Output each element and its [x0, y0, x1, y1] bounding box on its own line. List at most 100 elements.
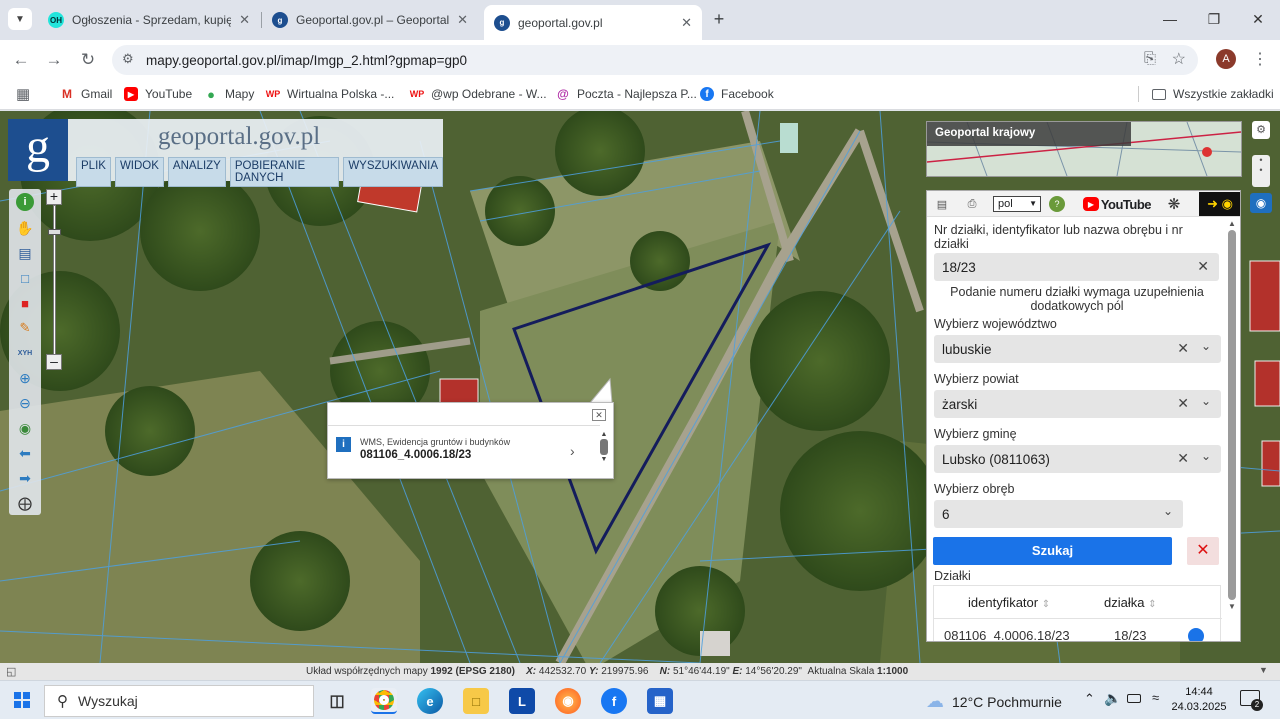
bookmark-poczta[interactable]: @ Poczta - Najlepsza P... [556, 84, 697, 104]
l-app-icon[interactable]: L [509, 688, 535, 714]
popup-close-icon[interactable]: ✕ [592, 409, 606, 421]
zoom-out-icon[interactable]: ⊖ [16, 394, 34, 412]
clear-icon[interactable]: ✕ [1177, 450, 1189, 467]
arrow-left-icon[interactable]: ⬅ [16, 444, 34, 462]
row-info-icon[interactable] [1188, 628, 1204, 641]
tray-chevron-icon[interactable]: ⌃ [1084, 691, 1095, 707]
bookmark-mapy[interactable]: ● Mapy [204, 84, 254, 104]
zoom-handle[interactable] [48, 229, 61, 235]
chevron-down-icon[interactable]: ⌄ [1201, 394, 1211, 408]
close-window-button[interactable]: ✕ [1238, 8, 1278, 30]
contrast-eye-icon[interactable]: ➜ ◉ [1199, 192, 1240, 216]
table-row[interactable]: 081106_4.0006.18/23 18/23 [934, 620, 1222, 641]
map-canvas[interactable]: g geoportal.gov.pl PLIK WIDOK ANALIZY PO… [0, 111, 1280, 663]
menu-wyszukiwania[interactable]: WYSZUKIWANIA [343, 157, 443, 187]
file-explorer-icon[interactable]: □ [463, 688, 489, 714]
settings-icon[interactable]: ⚙ [1252, 121, 1270, 139]
wifi-icon[interactable]: ≈ [1152, 690, 1159, 705]
arrow-right-icon[interactable]: ➡ [16, 469, 34, 487]
overview-map[interactable]: Geoportal krajowy [926, 121, 1242, 177]
all-bookmarks[interactable]: Wszystkie zakładki [1152, 84, 1274, 104]
commune-select[interactable]: Lubsko (0811063) ✕ ⌄ [934, 445, 1221, 473]
profile-avatar[interactable]: A [1216, 49, 1236, 69]
new-tab-button[interactable]: + [708, 8, 730, 30]
precinct-select[interactable]: 6 ⌄ [934, 500, 1183, 528]
clear-icon[interactable]: ✕ [1197, 258, 1209, 275]
print-icon[interactable]: ⎙ [963, 194, 981, 214]
close-tab-icon[interactable]: ✕ [681, 15, 692, 31]
popup-scrollbar[interactable]: ▲ ▼ [600, 431, 608, 473]
select-area-icon[interactable]: □ [16, 269, 34, 287]
site-info-icon[interactable]: ⚙ [122, 51, 134, 67]
store-icon[interactable]: ▦ [647, 688, 673, 714]
help-icon[interactable]: ? [1049, 196, 1065, 212]
bookmark-star-icon[interactable]: ☆ [1172, 49, 1186, 69]
bookmark-youtube[interactable]: ▶ YouTube [124, 84, 192, 104]
collapse-icon[interactable]: • • [1252, 155, 1270, 187]
info-icon[interactable]: i [16, 193, 34, 211]
parcel-number-input[interactable]: 18/23 ✕ [934, 253, 1219, 281]
pencil-icon[interactable]: ✎ [16, 319, 34, 337]
chrome-icon[interactable] [371, 688, 397, 714]
taskbar-search[interactable]: ⚲ Wyszukaj [44, 685, 314, 717]
edge-icon[interactable]: e [417, 688, 443, 714]
maximize-button[interactable]: ❐ [1194, 8, 1234, 30]
compass-icon[interactable]: ⨁ [16, 494, 34, 512]
bookmark-wp[interactable]: WP Wirtualna Polska -... [266, 84, 394, 104]
zoom-minus-button[interactable]: – [46, 354, 62, 370]
clock[interactable]: 14:44 24.03.2025 [1170, 685, 1228, 715]
menu-kebab-icon[interactable]: ⋮ [1252, 49, 1268, 69]
chevron-down-icon[interactable]: ⌄ [1163, 504, 1173, 518]
county-select[interactable]: żarski ✕ ⌄ [934, 390, 1221, 418]
close-tab-icon[interactable]: ✕ [457, 12, 468, 28]
accessibility-icon[interactable]: ❋ [1165, 194, 1183, 214]
tab-geoportal-info[interactable]: g Geoportal.gov.pl – Geoportal Inf ✕ [262, 6, 478, 34]
close-tab-icon[interactable]: ✕ [239, 12, 250, 28]
menu-pobieranie[interactable]: POBIERANIE DANYCH [229, 157, 340, 187]
zoom-in-icon[interactable]: ⊕ [16, 369, 34, 387]
menu-plik[interactable]: PLIK [76, 157, 111, 187]
youtube-icon[interactable]: ▶ YouTube [1083, 194, 1152, 214]
chevron-down-icon[interactable]: ⌄ [1201, 339, 1211, 353]
col-header-parcel[interactable]: działka ⇕ [1104, 595, 1156, 610]
tab-search-button[interactable]: ▼ [8, 8, 32, 30]
bookmark-wp-mail[interactable]: WP @wp Odebrane - W... [410, 84, 547, 104]
chevron-down-icon[interactable]: ▼ [1259, 665, 1268, 675]
task-view-icon[interactable]: ◫ [324, 688, 350, 714]
zoom-slider[interactable]: + – [46, 189, 64, 371]
volume-icon[interactable]: 🔈 [1104, 690, 1121, 707]
firefox-icon[interactable]: ◉ [555, 688, 581, 714]
col-header-identifier[interactable]: identyfikator ⇕ [968, 595, 1050, 610]
clear-icon[interactable]: ✕ [1177, 340, 1189, 357]
clear-icon[interactable]: ✕ [1177, 395, 1189, 412]
zoom-plus-button[interactable]: + [46, 189, 62, 205]
tab-geoportal-map[interactable]: g geoportal.gov.pl ✕ [484, 5, 702, 40]
tab-olx[interactable]: OH Ogłoszenia - Sprzedam, kupię na ✕ [38, 6, 260, 34]
apps-grid-icon[interactable]: ▦ [16, 85, 30, 103]
facebook-icon[interactable]: f [601, 688, 627, 714]
select-red-icon[interactable]: ■ [16, 294, 34, 312]
language-select[interactable]: pol ▼ [993, 196, 1041, 212]
menu-widok[interactable]: WIDOK [114, 157, 164, 187]
bookmark-gmail[interactable]: M Gmail [60, 84, 112, 104]
chevron-down-icon[interactable]: ⌄ [1201, 449, 1211, 463]
reset-button[interactable]: ✕ [1187, 537, 1219, 565]
status-left-icon[interactable]: ◱ [6, 665, 16, 678]
list-icon[interactable]: ▤ [933, 194, 951, 214]
globe-icon[interactable]: ◉ [16, 419, 34, 437]
install-app-icon[interactable]: ⎘ [1144, 50, 1156, 67]
panel-scrollbar[interactable]: ▲ ▼ [1227, 219, 1237, 641]
minimize-button[interactable]: — [1150, 8, 1190, 30]
legend-icon[interactable]: ▤ [16, 244, 34, 262]
forward-button[interactable]: → [43, 49, 65, 71]
battery-icon[interactable] [1127, 694, 1141, 703]
chevron-right-icon[interactable]: › [570, 443, 575, 459]
address-bar[interactable]: ⚙ mapy.geoportal.gov.pl/imap/Imgp_2.html… [112, 45, 1198, 75]
reload-button[interactable]: ↻ [77, 49, 99, 71]
eye-icon[interactable]: ◉ [1250, 193, 1272, 213]
bookmark-facebook[interactable]: f Facebook [700, 84, 774, 104]
xyh-icon[interactable]: XYH [16, 344, 34, 362]
search-button[interactable]: Szukaj [933, 537, 1172, 565]
weather-widget[interactable]: ☁ 12°C Pochmurnie [926, 691, 1062, 712]
pan-hand-icon[interactable]: ✋ [16, 219, 34, 237]
